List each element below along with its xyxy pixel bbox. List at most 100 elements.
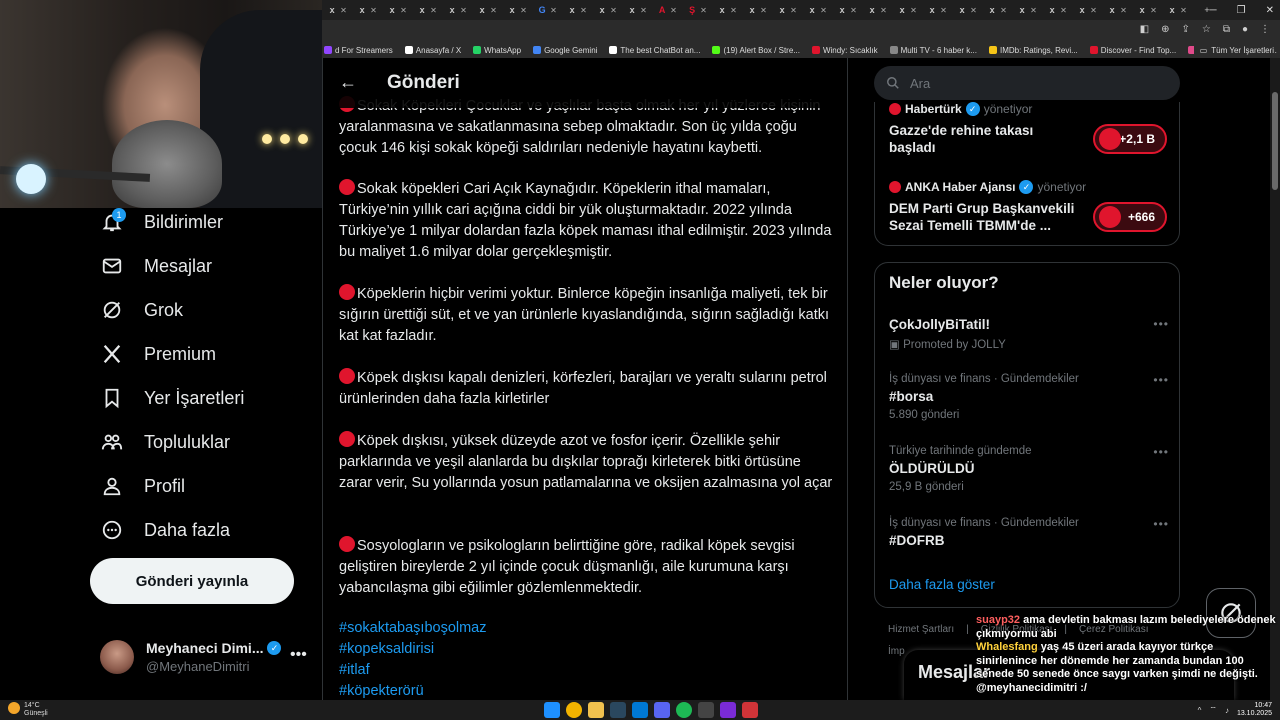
page-scrollbar[interactable] bbox=[1270, 58, 1280, 700]
weather-widget[interactable]: 14°C Güneşli bbox=[8, 702, 48, 718]
browser-tab[interactable]: x ✕ bbox=[922, 0, 952, 20]
bookmark-item[interactable]: Multi TV - 6 haber k... bbox=[889, 46, 977, 55]
scrollbar-thumb[interactable] bbox=[1272, 92, 1278, 190]
tab-close-icon[interactable]: ✕ bbox=[670, 6, 677, 15]
more-icon[interactable]: ••• bbox=[1153, 373, 1169, 387]
zoom-icon[interactable]: ⊕ bbox=[1161, 24, 1169, 35]
puzzle-icon[interactable]: ⧉ bbox=[1223, 24, 1230, 35]
nav-item-bookmarks[interactable]: Yer İşaretleri bbox=[100, 386, 244, 410]
tab-close-icon[interactable]: ✕ bbox=[580, 6, 587, 15]
browser-tab[interactable]: x ✕ bbox=[472, 0, 502, 20]
browser-tab[interactable]: x ✕ bbox=[412, 0, 442, 20]
tab-close-icon[interactable]: ✕ bbox=[520, 6, 527, 15]
bookmark-item[interactable]: The best ChatBot an... bbox=[609, 46, 700, 55]
browser-tab[interactable]: x ✕ bbox=[1042, 0, 1072, 20]
tab-close-icon[interactable]: ✕ bbox=[430, 6, 437, 15]
bookmark-item[interactable]: Google Gemini bbox=[533, 46, 597, 55]
tab-close-icon[interactable]: ✕ bbox=[820, 6, 827, 15]
tab-close-icon[interactable]: ✕ bbox=[700, 6, 707, 15]
footer-link-imprint[interactable]: İmp bbox=[888, 646, 905, 657]
browser-tab[interactable]: x ✕ bbox=[1072, 0, 1102, 20]
browser-tab[interactable]: A ✕ bbox=[652, 0, 682, 20]
nav-item-more[interactable]: Daha fazla bbox=[100, 518, 230, 542]
bookmark-item[interactable]: Anasayfa / X bbox=[404, 46, 461, 55]
nav-item-profile[interactable]: Profil bbox=[100, 474, 185, 498]
browser-tab[interactable]: x ✕ bbox=[892, 0, 922, 20]
tab-close-icon[interactable]: ✕ bbox=[970, 6, 977, 15]
bookmark-item[interactable]: d For Streamers bbox=[324, 46, 393, 55]
browser-tab[interactable]: x ✕ bbox=[1132, 0, 1162, 20]
app-icon[interactable] bbox=[742, 702, 758, 718]
bookmark-item[interactable]: Discover - Find Top... bbox=[1089, 46, 1176, 55]
browser-tab[interactable]: x ✕ bbox=[1012, 0, 1042, 20]
search-input[interactable]: Ara bbox=[874, 66, 1180, 100]
footer-link[interactable]: Hizmet Şartları bbox=[888, 624, 954, 635]
spotify-icon[interactable] bbox=[676, 702, 692, 718]
share-icon[interactable]: ⇪ bbox=[1181, 24, 1189, 35]
tab-close-icon[interactable]: ✕ bbox=[1090, 6, 1097, 15]
more-icon[interactable]: ••• bbox=[1153, 517, 1169, 531]
browser-tab[interactable]: x ✕ bbox=[742, 0, 772, 20]
bookmark-item[interactable]: (19) Alert Box / Stre... bbox=[712, 46, 800, 55]
tab-close-icon[interactable]: ✕ bbox=[730, 6, 737, 15]
trend-item[interactable]: İş dünyası ve finans · Gündemdekiler #DO… bbox=[889, 517, 1169, 548]
news-count-pill[interactable]: +666 bbox=[1093, 202, 1167, 232]
bookmark-item[interactable]: Windy: Sıcaklık bbox=[811, 46, 878, 55]
browser-tab[interactable]: x ✕ bbox=[982, 0, 1012, 20]
file-explorer-icon[interactable] bbox=[588, 702, 604, 718]
tab-close-icon[interactable]: ✕ bbox=[760, 6, 767, 15]
hashtag-link[interactable]: #kopeksaldirisi bbox=[339, 639, 487, 660]
browser-tab[interactable]: x ✕ bbox=[772, 0, 802, 20]
browser-tab[interactable]: x ✕ bbox=[382, 0, 412, 20]
tab-close-icon[interactable]: ✕ bbox=[1180, 6, 1187, 15]
obs-icon[interactable] bbox=[698, 702, 714, 718]
trend-item[interactable]: Türkiye tarihinde gündemde ÖLDÜRÜLDÜ 25,… bbox=[889, 445, 1169, 493]
close-window-icon[interactable]: ✕ bbox=[1266, 5, 1274, 16]
hashtag-link[interactable]: #sokaktabaşıboşolmaz bbox=[339, 618, 487, 639]
streaming-app-icon[interactable] bbox=[720, 702, 736, 718]
more-icon[interactable]: ••• bbox=[1153, 445, 1169, 459]
browser-tab[interactable]: x ✕ bbox=[442, 0, 472, 20]
nav-item-messages[interactable]: Mesajlar bbox=[100, 254, 212, 278]
hashtag-link[interactable]: #itlaf bbox=[339, 660, 487, 681]
tab-close-icon[interactable]: ✕ bbox=[790, 6, 797, 15]
windows-start-icon[interactable] bbox=[544, 702, 560, 718]
tab-close-icon[interactable]: ✕ bbox=[460, 6, 467, 15]
nav-item-premium[interactable]: Premium bbox=[100, 342, 216, 366]
browser-tab[interactable]: x ✕ bbox=[712, 0, 742, 20]
tab-close-icon[interactable]: ✕ bbox=[490, 6, 497, 15]
tab-close-icon[interactable]: ✕ bbox=[610, 6, 617, 15]
tab-close-icon[interactable]: ✕ bbox=[640, 6, 647, 15]
browser-tab[interactable]: Ş ✕ bbox=[682, 0, 712, 20]
tab-close-icon[interactable]: ✕ bbox=[340, 6, 347, 15]
tab-close-icon[interactable]: ✕ bbox=[1120, 6, 1127, 15]
account-switcher[interactable]: Meyhaneci Dimi... ✓ @MeyhaneDimitri ••• bbox=[100, 636, 314, 676]
chrome-icon[interactable] bbox=[566, 702, 582, 718]
tab-close-icon[interactable]: ✕ bbox=[1060, 6, 1067, 15]
tab-close-icon[interactable]: ✕ bbox=[1000, 6, 1007, 15]
nav-item-grok[interactable]: Grok bbox=[100, 298, 183, 322]
trend-item[interactable]: ÇokJollyBiTatil! ▣ Promoted by JOLLY ••• bbox=[889, 317, 1169, 351]
volume-icon[interactable]: ♪ bbox=[1225, 706, 1229, 715]
kebab-menu-icon[interactable]: ⋮ bbox=[1260, 24, 1270, 35]
tab-close-icon[interactable]: ✕ bbox=[370, 6, 377, 15]
browser-tab[interactable]: x ✕ bbox=[352, 0, 382, 20]
browser-tab[interactable]: x ✕ bbox=[832, 0, 862, 20]
browser-tab[interactable]: x ✕ bbox=[322, 0, 352, 20]
more-icon[interactable]: ••• bbox=[290, 646, 307, 664]
network-icon[interactable]: ⌔ bbox=[1209, 705, 1217, 715]
steam-icon[interactable] bbox=[610, 702, 626, 718]
nav-item-notifications[interactable]: 1 Bildirimler bbox=[100, 208, 223, 234]
tab-close-icon[interactable]: ✕ bbox=[400, 6, 407, 15]
star-icon[interactable]: ☆ bbox=[1202, 24, 1211, 35]
extensions-icon[interactable]: ◧ bbox=[1140, 24, 1149, 35]
trend-item[interactable]: İş dünyası ve finans · Gündemdekiler #bo… bbox=[889, 373, 1169, 421]
bookmark-item[interactable]: WhatsApp bbox=[473, 46, 521, 55]
mail-app-icon[interactable] bbox=[632, 702, 648, 718]
browser-tab[interactable]: x ✕ bbox=[952, 0, 982, 20]
bookmark-item[interactable]: IMDb: Ratings, Revi... bbox=[988, 46, 1078, 55]
browser-tab[interactable]: x ✕ bbox=[622, 0, 652, 20]
tray-chevron-icon[interactable]: ^ bbox=[1198, 706, 1202, 715]
tab-close-icon[interactable]: ✕ bbox=[940, 6, 947, 15]
browser-tab[interactable]: x ✕ bbox=[562, 0, 592, 20]
